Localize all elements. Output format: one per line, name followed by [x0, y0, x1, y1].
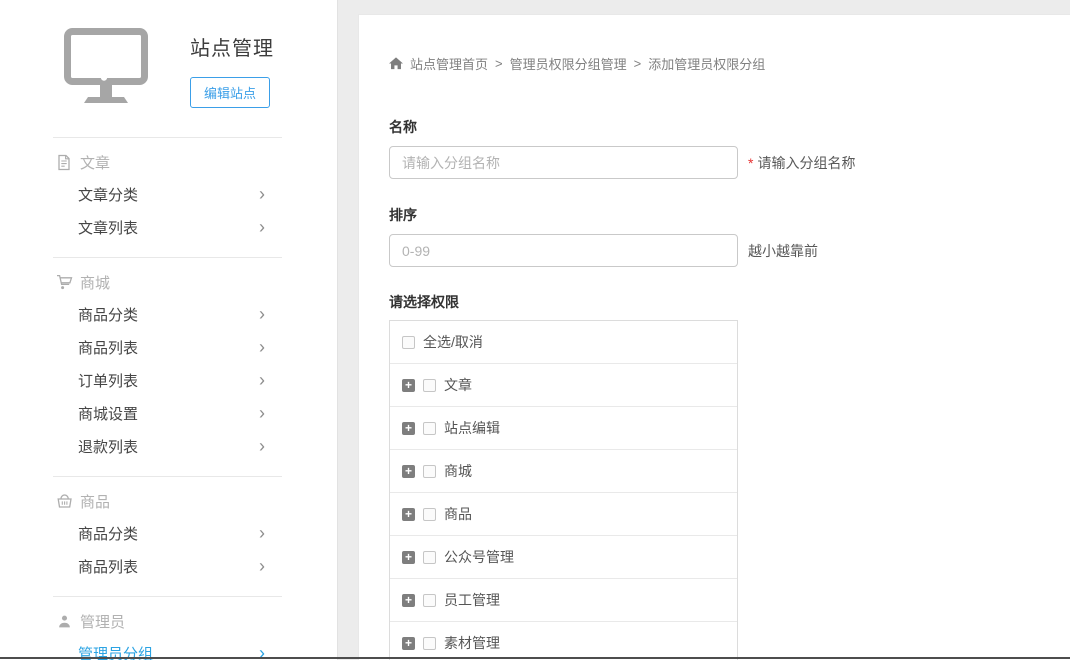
sidebar-section-label: 商品	[80, 491, 110, 512]
breadcrumb-separator: >	[495, 56, 503, 71]
expand-plus-icon[interactable]: +	[402, 551, 415, 564]
expand-plus-icon[interactable]: +	[402, 508, 415, 521]
sidebar-item-label: 商品分类	[78, 523, 138, 544]
perm-row-select-all: 全选/取消	[390, 321, 737, 364]
perm-row-article: + 文章	[390, 364, 737, 407]
perm-checkbox[interactable]	[423, 637, 436, 650]
chevron-right-icon: ›	[259, 305, 265, 323]
sidebar-item-label: 商城设置	[78, 403, 138, 424]
sidebar-item-article-category[interactable]: 文章分类 ›	[0, 178, 337, 211]
chevron-right-icon: ›	[259, 524, 265, 542]
breadcrumb-separator: >	[634, 56, 642, 71]
sidebar-item-product-list[interactable]: 商品列表 ›	[0, 550, 337, 583]
sort-label: 排序	[389, 205, 1070, 225]
chevron-right-icon: ›	[259, 404, 265, 422]
monitor-icon	[64, 28, 148, 109]
sidebar-section-article: 文章	[0, 146, 337, 178]
perm-label: 员工管理	[444, 590, 500, 610]
expand-plus-icon[interactable]: +	[402, 637, 415, 650]
sidebar-item-mall-settings[interactable]: 商城设置 ›	[0, 397, 337, 430]
perm-checkbox[interactable]	[423, 594, 436, 607]
chevron-right-icon: ›	[259, 437, 265, 455]
sidebar-item-label: 文章分类	[78, 184, 138, 205]
perm-row-goods: + 商品	[390, 493, 737, 536]
sidebar-item-label: 退款列表	[78, 436, 138, 457]
select-all-checkbox[interactable]	[402, 336, 415, 349]
site-header: 站点管理 编辑站点	[0, 0, 337, 109]
chevron-right-icon: ›	[259, 218, 265, 236]
admin-icon	[55, 612, 73, 630]
group-name-input[interactable]	[389, 146, 738, 179]
perm-row-mall: + 商城	[390, 450, 737, 493]
perm-checkbox[interactable]	[423, 551, 436, 564]
sidebar-item-label: 商品列表	[78, 556, 138, 577]
expand-plus-icon[interactable]: +	[402, 465, 415, 478]
required-asterisk: *	[748, 155, 753, 171]
perm-label: 公众号管理	[444, 547, 514, 567]
sidebar-item-label: 文章列表	[78, 217, 138, 238]
name-hint-text: 请输入分组名称	[757, 155, 855, 171]
permissions-box: 全选/取消 + 文章 + 站点编辑 + 商城 + 商品 + 公众号管理	[389, 320, 738, 660]
expand-plus-icon[interactable]: +	[402, 594, 415, 607]
sidebar-item-order-list[interactable]: 订单列表 ›	[0, 364, 337, 397]
perm-checkbox[interactable]	[423, 508, 436, 521]
sidebar-item-product-category[interactable]: 商品分类 ›	[0, 517, 337, 550]
perm-label: 素材管理	[444, 633, 500, 653]
expand-plus-icon[interactable]: +	[402, 422, 415, 435]
sidebar-section-product: 商品	[0, 485, 337, 517]
name-label: 名称	[389, 117, 1070, 137]
perm-label: 站点编辑	[444, 418, 500, 438]
perm-row-material: + 素材管理	[390, 622, 737, 660]
breadcrumb-group-manage[interactable]: 管理员权限分组管理	[510, 54, 627, 73]
chevron-right-icon: ›	[259, 557, 265, 575]
name-hint: *请输入分组名称	[748, 153, 855, 173]
chevron-right-icon: ›	[259, 185, 265, 203]
sidebar-item-article-list[interactable]: 文章列表 ›	[0, 211, 337, 244]
perm-row-site-edit: + 站点编辑	[390, 407, 737, 450]
perm-row-staff: + 员工管理	[390, 579, 737, 622]
edit-site-button[interactable]: 编辑站点	[190, 77, 270, 108]
sidebar-section-label: 文章	[80, 152, 110, 173]
perm-label: 商城	[444, 461, 472, 481]
perm-label: 文章	[444, 375, 472, 395]
sidebar-item-goods-list[interactable]: 商品列表 ›	[0, 331, 337, 364]
main-panel: 站点管理首页 > 管理员权限分组管理 > 添加管理员权限分组 名称 *请输入分组…	[358, 14, 1070, 660]
divider	[53, 476, 282, 477]
chevron-right-icon: ›	[259, 338, 265, 356]
sort-input[interactable]	[389, 234, 738, 267]
perm-label: 全选/取消	[423, 332, 483, 352]
sidebar-section-label: 管理员	[80, 611, 125, 632]
breadcrumb: 站点管理首页 > 管理员权限分组管理 > 添加管理员权限分组	[389, 54, 1070, 73]
divider	[53, 257, 282, 258]
perm-label: 商品	[444, 504, 472, 524]
perm-checkbox[interactable]	[423, 422, 436, 435]
site-title: 站点管理	[190, 32, 274, 61]
sidebar-item-refund-list[interactable]: 退款列表 ›	[0, 430, 337, 463]
sidebar-section-mall: 商城	[0, 266, 337, 298]
perm-row-official-account: + 公众号管理	[390, 536, 737, 579]
home-icon	[389, 57, 403, 70]
sidebar: 站点管理 编辑站点 文章 文章分类 › 文章列表 › 商城 商品分类 › 商品列…	[0, 0, 338, 660]
breadcrumb-current: 添加管理员权限分组	[648, 54, 765, 73]
divider	[53, 137, 282, 138]
chevron-right-icon: ›	[259, 371, 265, 389]
sidebar-item-label: 商品分类	[78, 304, 138, 325]
goods-icon	[55, 492, 73, 510]
permissions-label: 请选择权限	[389, 292, 1070, 312]
sort-hint: 越小越靠前	[748, 241, 818, 261]
mall-icon	[55, 273, 73, 291]
divider	[53, 596, 282, 597]
breadcrumb-home[interactable]: 站点管理首页	[410, 54, 488, 73]
perm-checkbox[interactable]	[423, 379, 436, 392]
window-bottom-edge	[0, 657, 1070, 659]
sidebar-item-label: 商品列表	[78, 337, 138, 358]
sidebar-item-label: 订单列表	[78, 370, 138, 391]
expand-plus-icon[interactable]: +	[402, 379, 415, 392]
perm-checkbox[interactable]	[423, 465, 436, 478]
sidebar-section-admin: 管理员	[0, 605, 337, 637]
sidebar-item-goods-category[interactable]: 商品分类 ›	[0, 298, 337, 331]
sidebar-section-label: 商城	[80, 272, 110, 293]
article-icon	[55, 153, 73, 171]
